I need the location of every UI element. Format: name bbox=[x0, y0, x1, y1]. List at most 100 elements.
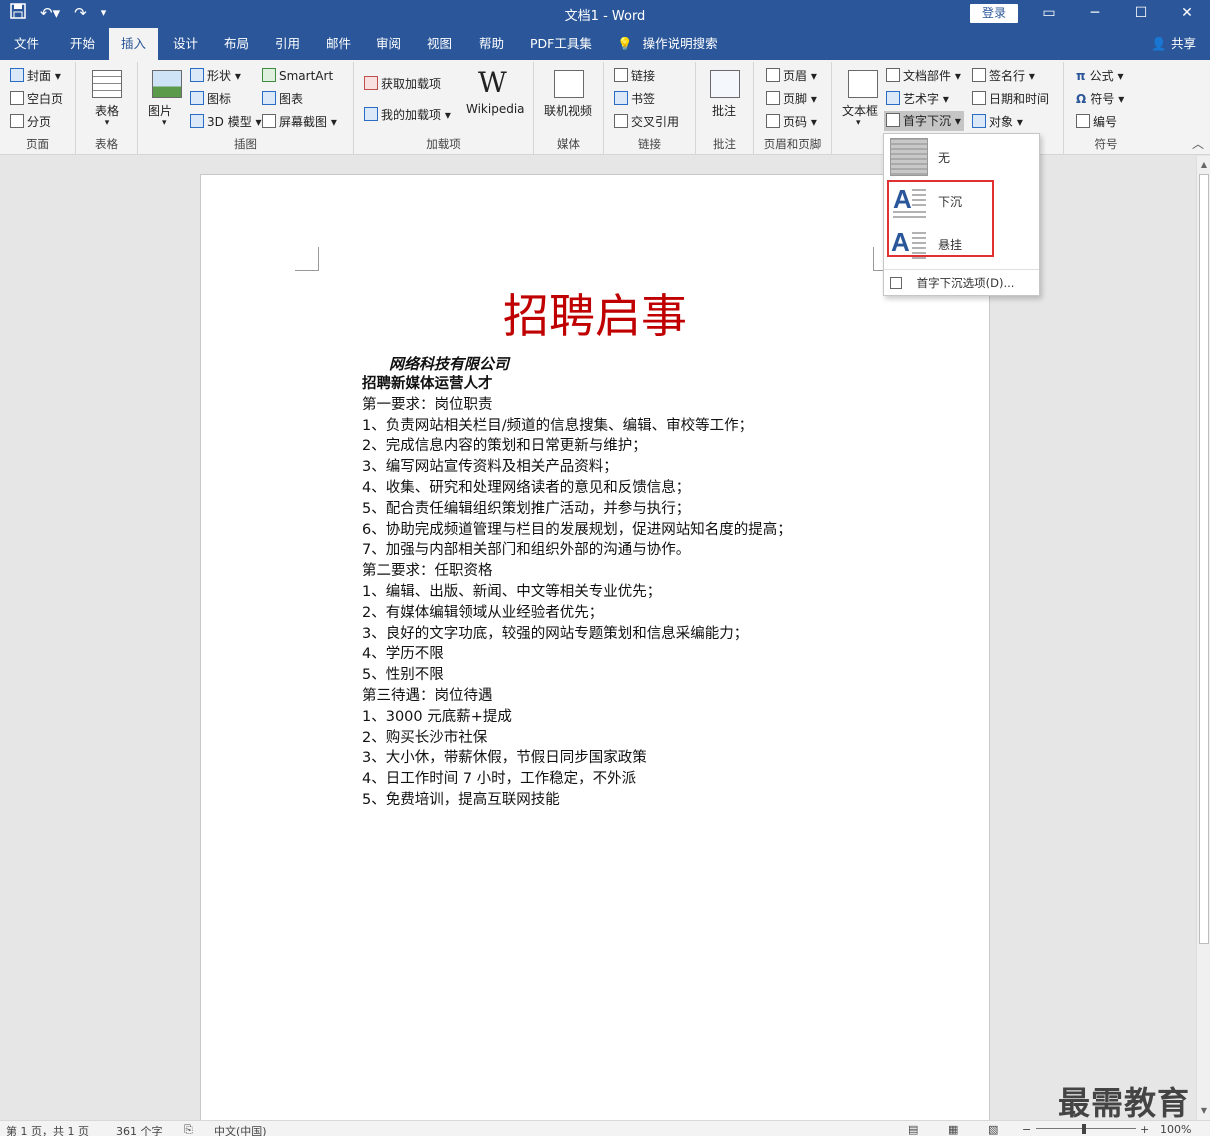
textbox-dropdown-icon[interactable]: ▾ bbox=[856, 118, 861, 128]
smartart-button[interactable]: SmartArt bbox=[262, 66, 333, 86]
close-icon[interactable]: ✕ bbox=[1164, 0, 1210, 28]
table-button[interactable]: 表格 bbox=[76, 102, 138, 119]
zoom-slider[interactable] bbox=[1036, 1128, 1136, 1129]
textbox-icon[interactable] bbox=[848, 70, 878, 98]
header-button[interactable]: 页眉 ▾ bbox=[766, 66, 817, 86]
quick-parts-button[interactable]: 文档部件 ▾ bbox=[886, 66, 961, 86]
tab-view[interactable]: 视图 bbox=[415, 28, 464, 60]
symbol-button[interactable]: Ω 符号 ▾ bbox=[1076, 89, 1124, 109]
margin-corner-top-left bbox=[295, 247, 319, 271]
footer-icon bbox=[766, 91, 780, 105]
picture-icon[interactable] bbox=[152, 70, 182, 98]
collapse-ribbon-icon[interactable]: ︿ bbox=[1192, 135, 1204, 152]
print-layout-icon[interactable]: ▦ bbox=[948, 1123, 958, 1136]
tab-insert[interactable]: 插入 bbox=[109, 28, 159, 60]
document-line: 3、良好的文字功底，较强的网站专题策划和信息采编能力； bbox=[362, 625, 749, 642]
shapes-icon bbox=[190, 68, 204, 82]
icons-button[interactable]: 图标 bbox=[190, 89, 231, 109]
blank-page-button[interactable]: 空白页 bbox=[10, 89, 63, 109]
group-pages: 封面 ▾ 空白页 分页 页面 bbox=[0, 62, 76, 154]
signature-line-button[interactable]: 签名行 ▾ bbox=[972, 66, 1035, 86]
object-button[interactable]: 对象 ▾ bbox=[972, 112, 1023, 132]
tell-me-label: 操作说明搜索 bbox=[642, 36, 718, 51]
scroll-thumb[interactable] bbox=[1199, 174, 1209, 944]
page-break-icon bbox=[10, 114, 24, 128]
page-number-button[interactable]: 页码 ▾ bbox=[766, 112, 817, 132]
zoom-slider-thumb[interactable] bbox=[1082, 1124, 1086, 1134]
3d-model-button[interactable]: 3D 模型 ▾ bbox=[190, 112, 262, 132]
vertical-scrollbar[interactable]: ▲ ▼ bbox=[1196, 156, 1210, 1120]
document-line: 1、编辑、出版、新闻、中文等相关专业优先； bbox=[362, 583, 662, 600]
language-indicator[interactable]: 中文(中国) bbox=[214, 1123, 267, 1136]
drop-cap-none-item[interactable]: 无 bbox=[888, 136, 1036, 178]
icons-icon bbox=[190, 91, 204, 105]
tab-help[interactable]: 帮助 bbox=[467, 28, 516, 60]
document-line: 4、日工作时间 7 小时，工作稳定，不外派 bbox=[362, 771, 637, 788]
online-video-button[interactable]: 联机视频 bbox=[544, 102, 592, 119]
store-icon bbox=[364, 76, 378, 90]
tab-file[interactable]: 文件 bbox=[2, 28, 51, 60]
bookmark-button[interactable]: 书签 bbox=[614, 89, 655, 109]
page-break-button[interactable]: 分页 bbox=[10, 112, 51, 132]
zoom-in-icon[interactable]: + bbox=[1140, 1123, 1149, 1136]
chart-button[interactable]: 图表 bbox=[262, 89, 303, 109]
page-count[interactable]: 第 1 页，共 1 页 bbox=[6, 1123, 89, 1136]
group-label-comments: 批注 bbox=[713, 137, 736, 151]
screenshot-button[interactable]: 屏幕截图 ▾ bbox=[262, 112, 337, 132]
lightbulb-icon: 💡 bbox=[617, 36, 633, 51]
zoom-level[interactable]: 100% bbox=[1160, 1123, 1191, 1136]
date-time-button[interactable]: 日期和时间 bbox=[972, 89, 1049, 109]
cross-reference-button[interactable]: 交叉引用 bbox=[614, 112, 679, 132]
tab-mailings[interactable]: 邮件 bbox=[314, 28, 363, 60]
number-button[interactable]: 编号 bbox=[1076, 112, 1117, 132]
tab-pdf-tools[interactable]: PDF工具集 bbox=[518, 28, 604, 60]
my-addins-icon bbox=[364, 107, 378, 121]
my-addins-button[interactable]: 我的加载项 ▾ bbox=[364, 105, 451, 125]
textbox-button[interactable]: 文本框 bbox=[842, 102, 878, 119]
ribbon-display-icon[interactable]: ▭ bbox=[1026, 0, 1072, 28]
tell-me-search[interactable]: 💡 操作说明搜索 bbox=[607, 28, 730, 60]
tab-home[interactable]: 开始 bbox=[58, 28, 107, 60]
drop-cap-button[interactable]: 首字下沉 ▾ bbox=[884, 111, 964, 131]
web-layout-icon[interactable]: ▧ bbox=[988, 1123, 998, 1136]
link-button[interactable]: 链接 bbox=[614, 66, 655, 86]
scroll-up-icon[interactable]: ▲ bbox=[1197, 158, 1210, 172]
calendar-icon bbox=[972, 91, 986, 105]
quick-parts-icon bbox=[886, 68, 900, 82]
shapes-button[interactable]: 形状 ▾ bbox=[190, 66, 241, 86]
picture-dropdown-icon[interactable]: ▾ bbox=[162, 118, 167, 128]
tab-design[interactable]: 设计 bbox=[161, 28, 210, 60]
word-count[interactable]: 361 个字 bbox=[116, 1123, 163, 1136]
cover-page-button[interactable]: 封面 ▾ bbox=[10, 66, 61, 86]
highlight-box bbox=[887, 180, 994, 257]
tab-references[interactable]: 引用 bbox=[263, 28, 312, 60]
maximize-icon[interactable]: ☐ bbox=[1118, 0, 1164, 28]
tab-layout[interactable]: 布局 bbox=[212, 28, 261, 60]
tab-review[interactable]: 审阅 bbox=[364, 28, 413, 60]
equation-button[interactable]: π 公式 ▾ bbox=[1076, 66, 1124, 86]
group-comments: 批注 批注 bbox=[696, 62, 754, 154]
get-addins-button[interactable]: 获取加载项 bbox=[364, 74, 441, 94]
proofing-icon[interactable]: ⎘ bbox=[184, 1123, 193, 1136]
scroll-down-icon[interactable]: ▼ bbox=[1197, 1104, 1210, 1118]
drop-cap-options-item[interactable]: 首字下沉选项(D)... bbox=[890, 274, 1034, 292]
minimize-icon[interactable]: ─ bbox=[1072, 0, 1118, 28]
picture-button[interactable]: 图片 bbox=[148, 102, 172, 119]
wikipedia-icon[interactable]: W bbox=[478, 66, 507, 99]
new-comment-button[interactable]: 批注 bbox=[712, 102, 736, 119]
online-video-icon[interactable] bbox=[554, 70, 584, 98]
read-mode-icon[interactable]: ▤ bbox=[908, 1123, 918, 1136]
header-icon bbox=[766, 68, 780, 82]
document-line: 第三待遇：岗位待遇 bbox=[362, 687, 493, 704]
zoom-out-icon[interactable]: − bbox=[1022, 1123, 1031, 1136]
wordart-button[interactable]: 艺术字 ▾ bbox=[886, 89, 949, 109]
table-icon[interactable] bbox=[92, 70, 122, 98]
table-dropdown-icon[interactable]: ▾ bbox=[76, 118, 138, 128]
wikipedia-button[interactable]: Wikipedia bbox=[466, 102, 525, 116]
login-button[interactable]: 登录 bbox=[970, 4, 1018, 23]
footer-button[interactable]: 页脚 ▾ bbox=[766, 89, 817, 109]
share-button[interactable]: 👤 共享 bbox=[1151, 28, 1196, 60]
document-line: 4、收集、研究和处理网络读者的意见和反馈信息； bbox=[362, 479, 691, 496]
new-comment-icon[interactable] bbox=[710, 70, 740, 98]
document-page[interactable]: 招聘启事 网络科技有限公司 招聘新媒体运营人才 第一要求：岗位职责 1、负责网站相关… bbox=[200, 174, 990, 1134]
